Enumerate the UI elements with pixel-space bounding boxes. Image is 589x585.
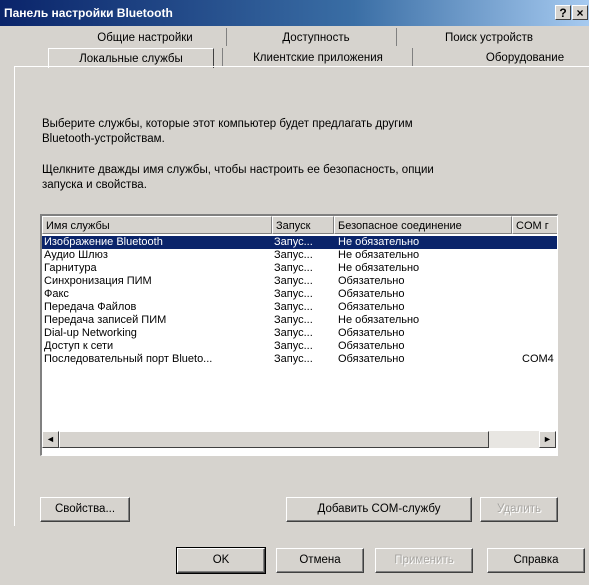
service-name: Последовательный порт Blueto...	[44, 353, 213, 365]
table-row[interactable]: Передача Файлов Запус... Обязательно	[42, 301, 557, 314]
service-startup: Запус...	[274, 249, 313, 261]
service-secure: Обязательно	[338, 340, 405, 352]
service-name: Факс	[44, 288, 69, 300]
list-header: Имя службы Запуск Безопасное соединение …	[42, 216, 557, 234]
window-title: Панель настройки Bluetooth	[4, 6, 173, 20]
service-startup: Запус...	[274, 236, 313, 248]
service-startup: Запус...	[274, 262, 313, 274]
table-row[interactable]: Последовательный порт Blueto... Запус...…	[42, 353, 557, 366]
table-row[interactable]: Факс Запус... Обязательно	[42, 288, 557, 301]
table-row[interactable]: Синхронизация ПИМ Запус... Обязательно	[42, 275, 557, 288]
column-header-com[interactable]: COM г	[512, 216, 557, 234]
description-line: запуска и свойства.	[42, 179, 147, 191]
table-row[interactable]: Передача записей ПИМ Запус... Не обязате…	[42, 314, 557, 327]
service-name: Передача Файлов	[44, 301, 137, 313]
column-header-secure[interactable]: Безопасное соединение	[334, 216, 512, 234]
description-2: Щелкните дважды имя службы, чтобы настро…	[42, 163, 562, 193]
tab-divider	[226, 28, 227, 46]
service-name: Аудио Шлюз	[44, 249, 108, 261]
description-line: Щелкните дважды имя службы, чтобы настро…	[42, 164, 434, 176]
tab-general[interactable]: Общие настройки	[70, 28, 220, 48]
service-startup: Запус...	[274, 340, 313, 352]
apply-button[interactable]: Применить	[375, 548, 473, 573]
service-startup: Запус...	[274, 275, 313, 287]
service-name: Передача записей ПИМ	[44, 314, 167, 326]
cancel-button[interactable]: Отмена	[276, 548, 364, 573]
horizontal-scrollbar[interactable]: ◄ ►	[42, 431, 556, 448]
tab-divider	[396, 28, 397, 46]
table-row[interactable]: Dial-up Networking Запус... Обязательно	[42, 327, 557, 340]
description-1: Выберите службы, которые этот компьютер …	[42, 117, 562, 147]
tab-local-services[interactable]: Локальные службы	[48, 48, 214, 68]
service-secure: Не обязательно	[338, 262, 420, 274]
service-startup: Запус...	[274, 288, 313, 300]
scroll-left-icon[interactable]: ◄	[42, 431, 59, 448]
description-line: Выберите службы, которые этот компьютер …	[42, 118, 413, 130]
ok-button[interactable]: OK	[176, 547, 266, 574]
help-title-button[interactable]: ?	[555, 5, 571, 20]
service-name: Синхронизация ПИМ	[44, 275, 152, 287]
service-startup: Запус...	[274, 301, 313, 313]
service-secure: Не обязательно	[338, 236, 420, 248]
column-header-name[interactable]: Имя службы	[42, 216, 272, 234]
service-secure: Обязательно	[338, 288, 405, 300]
tab-accessibility[interactable]: Доступность	[236, 28, 396, 48]
service-secure: Обязательно	[338, 275, 405, 287]
close-title-button[interactable]: ×	[572, 5, 588, 20]
service-startup: Запус...	[274, 327, 313, 339]
scroll-thumb[interactable]	[59, 431, 489, 448]
tab-divider	[412, 48, 413, 66]
service-secure: Не обязательно	[338, 314, 420, 326]
service-com: COM4	[522, 353, 554, 365]
tab-hardware[interactable]: Оборудование	[470, 48, 580, 68]
service-secure: Обязательно	[338, 327, 405, 339]
service-name: Гарнитура	[44, 262, 97, 274]
help-button[interactable]: Справка	[487, 548, 585, 573]
description-line: Bluetooth-устройствам.	[42, 133, 165, 145]
service-startup: Запус...	[274, 314, 313, 326]
service-name: Доступ к сети	[44, 340, 114, 352]
service-name: Dial-up Networking	[44, 327, 137, 339]
table-row[interactable]: Доступ к сети Запус... Обязательно	[42, 340, 557, 353]
table-row[interactable]: Аудио Шлюз Запус... Не обязательно	[42, 249, 557, 262]
scroll-right-icon[interactable]: ►	[539, 431, 556, 448]
services-list[interactable]: Имя службы Запуск Безопасное соединение …	[40, 214, 558, 456]
add-com-service-button[interactable]: Добавить COM-службу	[286, 497, 472, 522]
tab-device-discovery[interactable]: Поиск устройств	[404, 28, 574, 48]
tab-divider	[222, 48, 223, 66]
column-header-startup[interactable]: Запуск	[272, 216, 334, 234]
tab-client-apps[interactable]: Клиентские приложения	[228, 48, 408, 68]
title-bar: Панель настройки Bluetooth ? ×	[0, 0, 589, 26]
service-secure: Обязательно	[338, 353, 405, 365]
properties-button[interactable]: Свойства...	[40, 497, 130, 522]
table-row[interactable]: Изображение Bluetooth Запус... Не обязат…	[42, 236, 557, 249]
service-secure: Не обязательно	[338, 249, 420, 261]
remove-button[interactable]: Удалить	[480, 497, 558, 522]
service-startup: Запус...	[274, 353, 313, 365]
service-name: Изображение Bluetooth	[44, 236, 163, 248]
service-secure: Обязательно	[338, 301, 405, 313]
table-row[interactable]: Гарнитура Запус... Не обязательно	[42, 262, 557, 275]
